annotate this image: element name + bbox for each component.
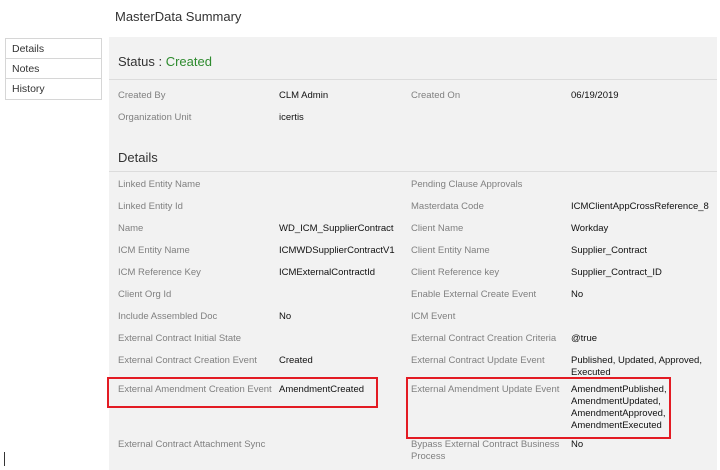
field-value: Workday xyxy=(571,223,609,234)
field-label: Client Entity Name xyxy=(411,245,490,256)
field-label: External Contract Update Event xyxy=(411,355,545,366)
field-label: ICM Reference Key xyxy=(118,267,201,278)
side-nav: Details Notes History xyxy=(5,38,102,100)
created-by-label: Created By xyxy=(118,90,166,101)
org-unit-value: icertis xyxy=(279,112,304,123)
field-value: Published, Updated, Approved, Executed xyxy=(571,355,702,378)
created-on-value: 06/19/2019 xyxy=(571,90,619,101)
summary-panel: Status : Created Created By CLM Admin Cr… xyxy=(107,37,717,470)
field-value: ICMClientAppCrossReference_8 xyxy=(571,201,709,212)
field-label: External Contract Creation Criteria xyxy=(411,333,557,344)
divider xyxy=(109,79,717,80)
field-label: External Contract Creation Event xyxy=(118,355,257,366)
field-label: Name xyxy=(118,223,144,234)
highlight-box-amendment-creation xyxy=(107,377,378,408)
divider xyxy=(109,171,717,172)
field-value: WD_ICM_SupplierContract xyxy=(279,223,394,234)
field-value: No xyxy=(279,311,292,322)
field-value: ICMWDSupplierContractV1 xyxy=(279,245,395,256)
created-on-label: Created On xyxy=(411,90,461,101)
text-cursor-icon xyxy=(4,452,5,466)
field-label: Linked Entity Name xyxy=(118,179,201,190)
field-value: Created xyxy=(279,355,313,366)
field-value: Supplier_Contract_ID xyxy=(571,267,662,278)
org-unit-label: Organization Unit xyxy=(118,112,192,123)
field-label: Bypass External Contract Business Proces… xyxy=(411,439,560,462)
field-label: ICM Event xyxy=(411,311,456,322)
field-label: Client Org Id xyxy=(118,289,172,300)
highlight-box-amendment-update xyxy=(406,377,671,439)
nav-item-details[interactable]: Details xyxy=(6,39,101,59)
status-value: Created xyxy=(165,54,212,69)
nav-item-history[interactable]: History xyxy=(6,79,101,99)
field-value: ICMExternalContractId xyxy=(279,267,376,278)
nav-item-notes[interactable]: Notes xyxy=(6,59,101,79)
field-label: Client Name xyxy=(411,223,464,234)
field-label: Linked Entity Id xyxy=(118,201,183,212)
field-label: Enable External Create Event xyxy=(411,289,537,300)
field-value: Supplier_Contract xyxy=(571,245,648,256)
status-line: Status : Created xyxy=(118,54,212,69)
field-label: Pending Clause Approvals xyxy=(411,179,523,190)
field-label: ICM Entity Name xyxy=(118,245,190,256)
field-label: Client Reference key xyxy=(411,267,500,278)
created-by-value: CLM Admin xyxy=(279,90,329,101)
status-label: Status : xyxy=(118,54,163,69)
field-value: No xyxy=(571,289,584,300)
field-label: Include Assembled Doc xyxy=(118,311,218,322)
field-value: No xyxy=(571,439,584,450)
details-section-title: Details xyxy=(118,150,158,165)
field-label: External Contract Initial State xyxy=(118,333,242,344)
page-title: MasterData Summary xyxy=(115,9,242,24)
field-label: External Contract Attachment Sync xyxy=(118,439,266,450)
field-label: Masterdata Code xyxy=(411,201,484,212)
field-value: @true xyxy=(571,333,598,344)
